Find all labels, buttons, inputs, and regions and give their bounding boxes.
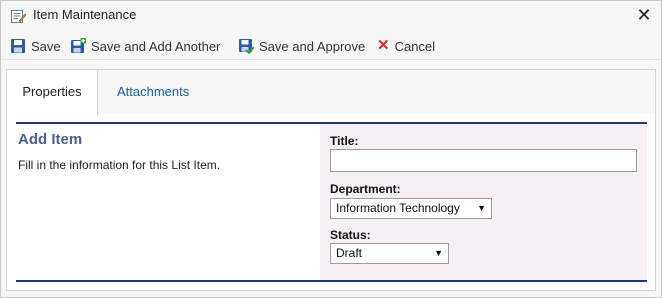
save-label: Save [31,38,61,54]
dialog-content: Properties Attachments Add Item Fill in … [6,69,656,291]
department-selected-value: Information Technology [336,201,460,215]
form-fields: Title: Department: Information Technolog… [320,124,647,280]
cancel-button[interactable]: ✕ Cancel [377,37,435,55]
cancel-label: Cancel [394,38,436,54]
title-label: Title: [330,134,359,148]
form-intro: Add Item Fill in the information for thi… [17,124,321,280]
status-label: Status: [330,228,371,242]
floppy-disk-icon [11,39,25,53]
save-button[interactable]: Save [10,37,61,55]
triangle-down-icon: ▼ [477,203,486,213]
save-and-approve-button[interactable]: Save and Approve [238,37,365,55]
toolbar: Save Save and Add Another Save and Appro… [1,32,661,60]
tab-properties[interactable]: Properties [7,70,98,115]
tab-strip: Properties Attachments [7,70,655,115]
tab-attachments[interactable]: Attachments [101,70,205,114]
close-button[interactable]: ✕ [635,5,653,25]
department-select[interactable]: Information Technology ▼ [330,198,492,219]
item-maintenance-dialog: Item Maintenance ✕ Save Save and Add Ano… [0,0,662,298]
red-x-icon: ✕ [377,37,390,54]
title-input[interactable] [330,149,637,172]
title-bar: Item Maintenance ✕ [1,1,661,31]
properties-panel: Add Item Fill in the information for thi… [16,122,647,282]
form-heading: Add Item [18,131,83,148]
save-and-add-another-button[interactable]: Save and Add Another [70,37,220,55]
save-and-approve-label: Save and Approve [259,38,366,54]
dialog-title: Item Maintenance [33,7,137,22]
status-select[interactable]: Draft ▼ [330,243,449,264]
form-description: Fill in the information for this List It… [18,158,221,172]
floppy-disk-check-icon [239,39,254,54]
triangle-down-icon: ▼ [434,248,443,258]
department-label: Department: [330,182,401,196]
save-and-add-another-label: Save and Add Another [91,38,221,54]
status-selected-value: Draft [336,246,363,260]
floppy-disk-plus-icon [71,38,86,53]
edit-form-icon [11,10,26,23]
